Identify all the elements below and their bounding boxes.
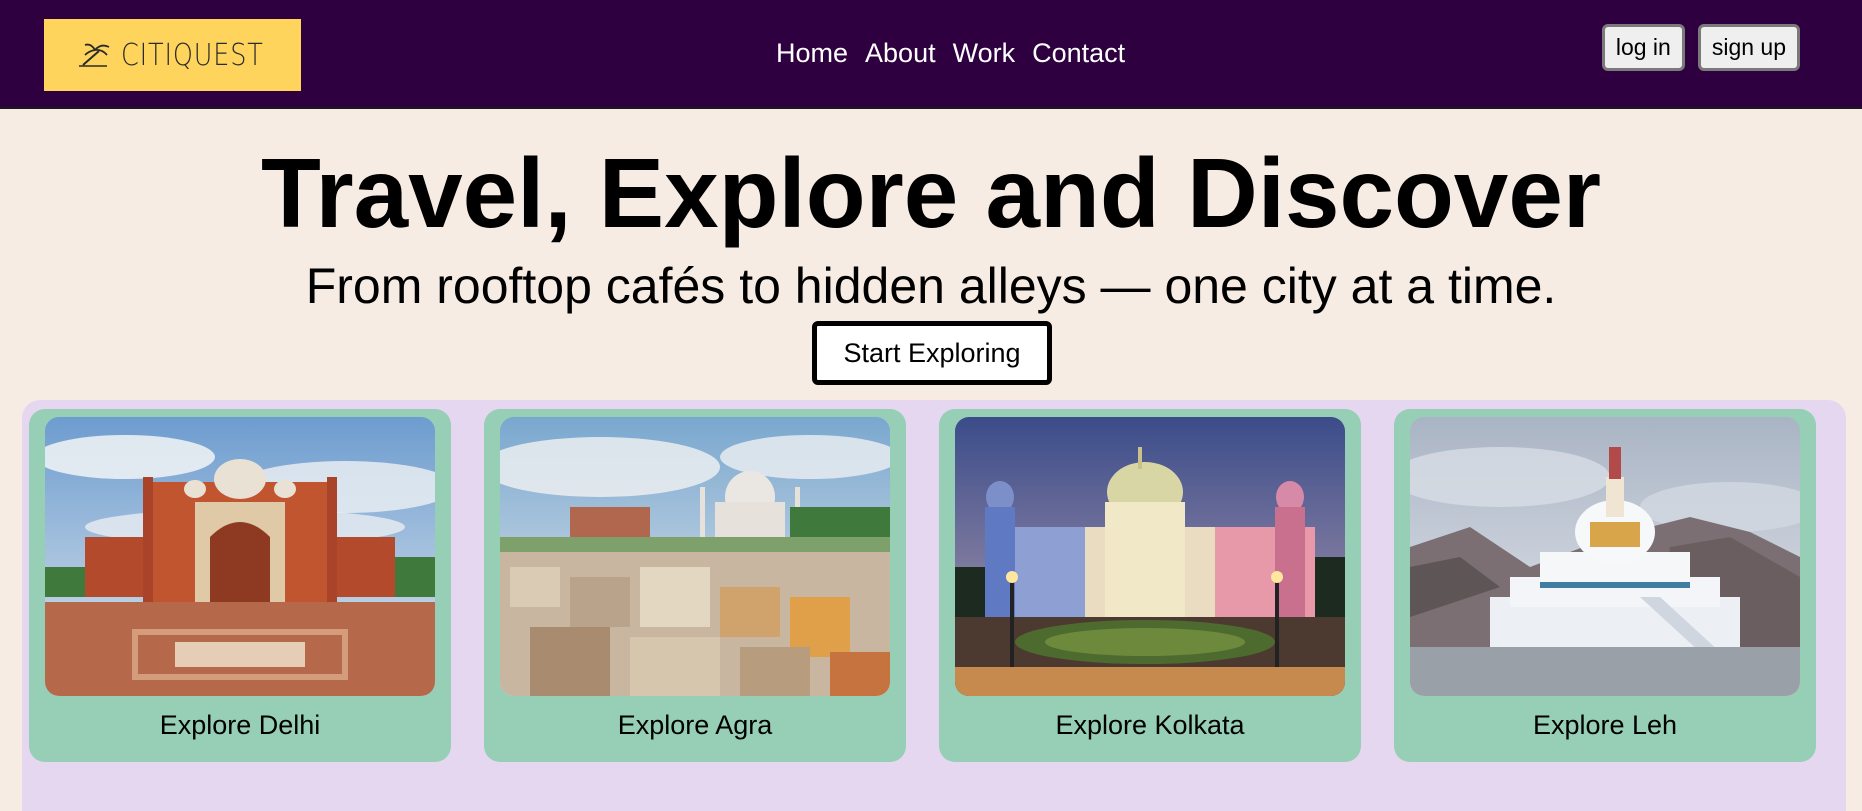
- start-exploring-button[interactable]: Start Exploring: [812, 321, 1052, 385]
- city-label-agra: Explore Agra: [617, 710, 773, 740]
- login-button[interactable]: log in: [1601, 24, 1685, 71]
- agra-photo[interactable]: [500, 417, 890, 696]
- auth-buttons: log in sign up: [1601, 24, 1800, 71]
- brand-name: CITIQUEST: [121, 37, 264, 73]
- city-label-kolkata: Explore Kolkata: [1055, 710, 1245, 740]
- taj-mahal-cityscape-image: [500, 417, 890, 696]
- city-cards-section: Explore Delhi Explore Agra Explore Kolka…: [22, 400, 1846, 811]
- nav-link-home[interactable]: Home: [776, 36, 848, 70]
- city-card-delhi[interactable]: Explore Delhi: [29, 409, 451, 762]
- signup-button[interactable]: sign up: [1697, 24, 1800, 71]
- victoria-memorial-night-image: [955, 417, 1345, 696]
- hero-subtitle: From rooftop cafés to hidden alleys — on…: [305, 258, 1557, 314]
- city-label-leh: Explore Leh: [1532, 710, 1678, 740]
- city-card-agra[interactable]: Explore Agra: [484, 409, 906, 762]
- brand-logo[interactable]: CITIQUEST: [44, 19, 301, 91]
- palm-tree-logo-icon: [79, 43, 110, 67]
- city-card-kolkata[interactable]: Explore Kolkata: [939, 409, 1361, 762]
- top-navbar: CITIQUEST Home About Work Contact log in…: [0, 0, 1862, 109]
- hero-title: Travel, Explore and Discover: [261, 138, 1601, 248]
- delhi-photo[interactable]: [45, 417, 435, 696]
- nav-link-contact[interactable]: Contact: [1032, 36, 1125, 70]
- city-card-leh[interactable]: Explore Leh: [1394, 409, 1816, 762]
- nav-link-about[interactable]: About: [865, 36, 936, 70]
- main-menu: Home About Work Contact: [776, 36, 1125, 70]
- shanti-stupa-mountains-image: [1410, 417, 1800, 696]
- red-sandstone-monument-image: [45, 417, 435, 696]
- city-label-delhi: Explore Delhi: [159, 710, 321, 740]
- kolkata-photo[interactable]: [955, 417, 1345, 696]
- leh-photo[interactable]: [1410, 417, 1800, 696]
- nav-link-work[interactable]: Work: [953, 36, 1016, 70]
